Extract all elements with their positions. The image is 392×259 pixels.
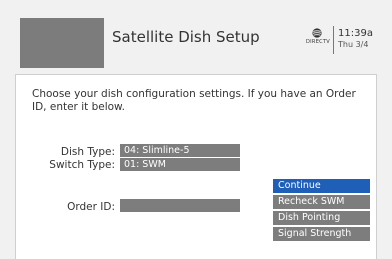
directv-logo: DIRECTV [306,28,331,56]
preview-thumbnail [20,18,104,68]
switch-type-field[interactable]: 01: SWM [120,158,240,171]
directv-logo-icon [312,28,322,38]
order-id-input[interactable] [120,199,240,212]
page-title: Satellite Dish Setup [112,28,260,46]
instructions-text: Choose your dish configuration settings.… [32,88,356,113]
header: Satellite Dish Setup DIRECTV 11:39a Thu … [20,18,375,68]
signal-strength-button[interactable]: Signal Strength [273,227,370,241]
switch-type-label: Switch Type: [49,159,115,171]
dish-pointing-button[interactable]: Dish Pointing [273,211,370,225]
header-divider [333,26,334,54]
recheck-swm-button[interactable]: Recheck SWM [273,195,370,209]
clock-date: Thu 3/4 [338,40,369,49]
clock-time: 11:39a [338,28,373,39]
dish-type-field[interactable]: 04: Slimline-5 [120,144,240,157]
dish-type-label: Dish Type: [60,146,115,158]
action-menu: Continue Recheck SWM Dish Pointing Signa… [273,179,370,243]
order-id-label: Order ID: [67,201,115,213]
clock: 11:39a Thu 3/4 [338,28,373,50]
continue-button[interactable]: Continue [273,179,370,193]
logo-text: DIRECTV [306,39,331,45]
